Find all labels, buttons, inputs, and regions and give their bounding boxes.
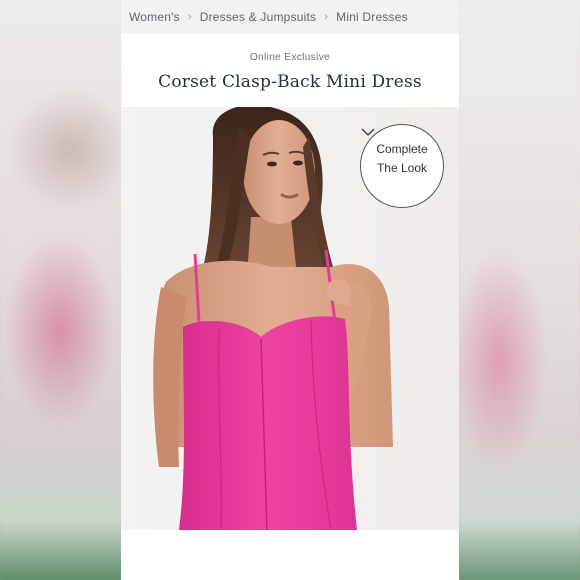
background-right [459,0,580,580]
chevron-down-icon [361,128,375,136]
background-left [0,0,121,580]
breadcrumb-item-womens[interactable]: Women's [129,10,180,24]
breadcrumb-separator-icon: › [324,11,329,23]
breadcrumb: Women's › Dresses & Jumpsuits › Mini Dre… [121,0,459,34]
product-image[interactable]: Complete The Look [121,107,459,530]
breadcrumb-item-mini-dresses[interactable]: Mini Dresses [336,10,408,24]
product-header: Online Exclusive Corset Clasp-Back Mini … [121,34,459,107]
breadcrumb-item-dresses-jumpsuits[interactable]: Dresses & Jumpsuits [200,10,317,24]
page-footer-space [121,530,459,580]
complete-the-look-line1: Complete [376,142,428,156]
breadcrumb-separator-icon: › [187,11,192,23]
complete-the-look-line2: The Look [376,161,428,175]
online-exclusive-label: Online Exclusive [249,52,331,63]
product-title: Corset Clasp-Back Mini Dress [158,72,422,92]
product-page: Women's › Dresses & Jumpsuits › Mini Dre… [121,0,459,580]
complete-the-look-button[interactable]: Complete The Look [360,124,444,208]
